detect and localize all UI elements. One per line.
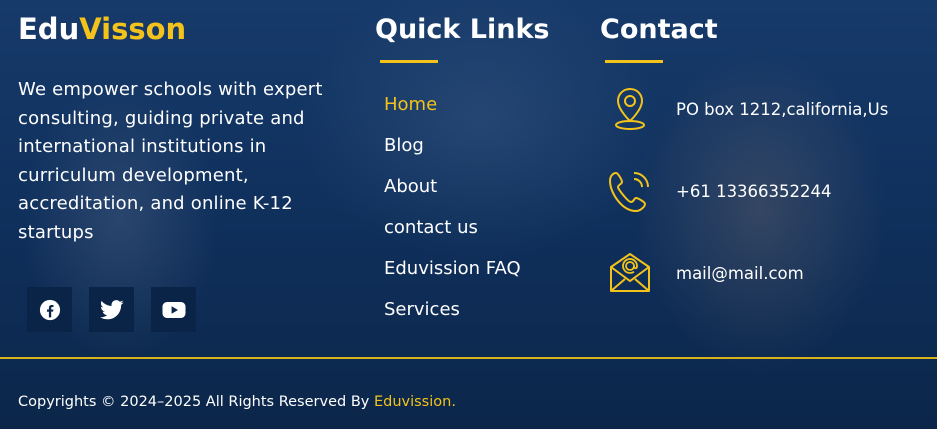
copyright-label: Copyrights © 2024–2025 All Rights Reserv… bbox=[18, 394, 374, 410]
contact-address: PO box 1212,california,Us bbox=[607, 86, 888, 132]
youtube-button[interactable] bbox=[151, 287, 196, 332]
brand-name-part1: Edu bbox=[18, 12, 80, 46]
link-blog[interactable]: Blog bbox=[384, 133, 521, 174]
brand-logo[interactable]: EduVisson bbox=[18, 12, 186, 46]
address-text: PO box 1212,california,Us bbox=[676, 99, 889, 119]
about-text: We empower schools with expert consultin… bbox=[18, 79, 323, 243]
contact-phone: +61 13366352244 bbox=[607, 168, 832, 214]
youtube-icon bbox=[162, 301, 185, 318]
phone-text[interactable]: +61 13366352244 bbox=[676, 182, 832, 201]
brand-name-part2: Visson bbox=[79, 12, 187, 46]
twitter-icon bbox=[99, 299, 124, 319]
email-text[interactable]: mail@mail.com bbox=[676, 264, 804, 283]
quick-links-underline bbox=[380, 60, 438, 63]
copyright-brand-link[interactable]: Eduvission. bbox=[374, 394, 456, 410]
link-services[interactable]: Services bbox=[384, 297, 521, 338]
facebook-button[interactable] bbox=[27, 287, 72, 332]
contact-heading: Contact bbox=[600, 14, 718, 45]
contact-email: mail@mail.com bbox=[607, 250, 804, 296]
quick-links-heading: Quick Links bbox=[375, 14, 550, 45]
email-icon bbox=[610, 253, 650, 292]
phone-icon bbox=[609, 172, 649, 212]
facebook-icon bbox=[39, 299, 60, 320]
contact-underline bbox=[605, 60, 663, 63]
social-links bbox=[27, 287, 196, 332]
footer-divider bbox=[0, 357, 937, 359]
location-pin-icon bbox=[615, 87, 645, 130]
twitter-button[interactable] bbox=[89, 287, 134, 332]
link-home[interactable]: Home bbox=[384, 92, 521, 133]
quick-links-list: Home Blog About contact us Eduvission FA… bbox=[384, 92, 521, 338]
link-about[interactable]: About bbox=[384, 174, 521, 215]
link-faq[interactable]: Eduvission FAQ bbox=[384, 256, 521, 297]
copyright-text: Copyrights © 2024–2025 All Rights Reserv… bbox=[18, 394, 456, 410]
link-contact-us[interactable]: contact us bbox=[384, 215, 521, 256]
